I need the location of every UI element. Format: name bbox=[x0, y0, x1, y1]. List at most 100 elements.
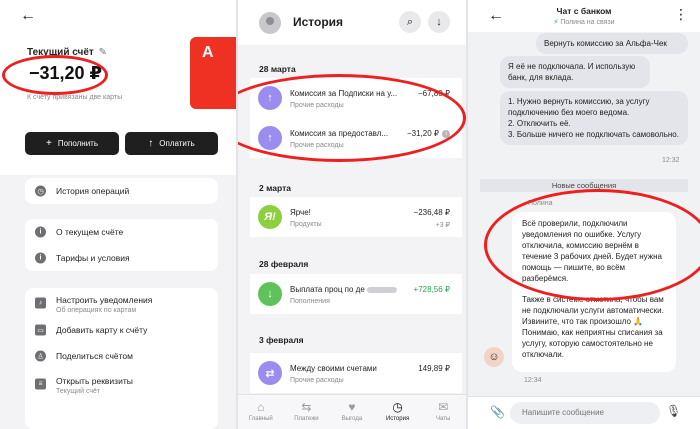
history-item[interactable]: ◷ История операций bbox=[25, 178, 218, 204]
transaction-group: ⇄ Между своими счетами Прочие расходы 14… bbox=[250, 353, 462, 393]
share-item[interactable]: ♙ Поделиться счётом bbox=[25, 343, 218, 369]
card-thumbnail[interactable]: А bbox=[190, 37, 236, 109]
microphone-icon[interactable]: 🎙 bbox=[666, 404, 681, 418]
topup-button[interactable]: + Пополнить bbox=[25, 132, 119, 155]
download-icon[interactable]: ↓ bbox=[428, 11, 450, 33]
user-message: Вернуть комиссию за Альфа-Чек bbox=[536, 33, 688, 54]
search-icon[interactable]: ⌕ bbox=[399, 11, 421, 33]
redacted-text bbox=[366, 286, 397, 293]
bell-icon: ♪ bbox=[35, 297, 46, 308]
transaction-cashback: +3 ₽ bbox=[435, 222, 450, 229]
transfer-icon: ⇆ bbox=[301, 400, 312, 414]
message-time: 12:34 bbox=[524, 377, 542, 384]
notifications-item[interactable]: ♪ Настроить уведомления Об операциях по … bbox=[25, 288, 218, 317]
transfer-icon: ⇄ bbox=[258, 361, 282, 385]
details-label: Открыть реквизиты bbox=[56, 376, 133, 386]
notifications-label: Настроить уведомления bbox=[56, 295, 153, 305]
about-label: О текущем счёте bbox=[56, 227, 124, 237]
transaction-name-wrap: Выплата проц по де bbox=[290, 285, 397, 294]
transaction-row[interactable]: ↓ Выплата проц по де Пополнения +728,56 … bbox=[250, 274, 462, 314]
arrow-up-icon: ↑ bbox=[148, 138, 154, 149]
paperclip-icon[interactable]: 📎 bbox=[490, 405, 505, 419]
document-icon: ≡ bbox=[35, 378, 46, 389]
status-text: Полина на связи bbox=[560, 19, 615, 26]
info-icon: i bbox=[35, 226, 46, 238]
transaction-group: ↓ Выплата проц по де Пополнения +728,56 … bbox=[250, 274, 462, 314]
arrow-down-icon: ↓ bbox=[258, 282, 282, 306]
clock-icon: ◷ bbox=[392, 400, 403, 414]
transaction-row[interactable]: Я! Ярче! Продукты −236,48 ₽ +3 ₽ bbox=[250, 197, 462, 237]
pay-button[interactable]: ↑ Оплатить bbox=[125, 132, 218, 155]
agent-message-paragraph: Также в системе отметила, чтобы вам не п… bbox=[522, 295, 664, 359]
tab-label: Выгода bbox=[341, 416, 363, 422]
transaction-amount: −236,48 ₽ bbox=[413, 208, 450, 217]
clock-icon: ◷ bbox=[35, 185, 46, 197]
more-icon[interactable]: ⋮ bbox=[674, 6, 688, 23]
history-label: История операций bbox=[56, 186, 130, 196]
tariffs-label: Тарифы и условия bbox=[56, 253, 130, 263]
tab-label: Главный bbox=[248, 416, 273, 422]
tab-label: Чаты bbox=[436, 416, 451, 422]
transaction-category: Пополнения bbox=[290, 298, 330, 305]
account-panel: ← Текущий счёт ✎ −31,20 ₽ К счету привяз… bbox=[0, 0, 236, 429]
message-composer: 📎 🎙 bbox=[468, 396, 700, 429]
pay-label: Оплатить bbox=[159, 139, 195, 148]
topup-label: Пополнить bbox=[57, 139, 99, 148]
transaction-name: Выплата проц по де bbox=[290, 285, 365, 294]
tab-payments[interactable]: ⇆ Платежи bbox=[284, 395, 330, 429]
bottom-tab-bar: ⌂ Главный ⇆ Платежи ♥ Выгода ◷ История ✉ Чаты bbox=[238, 394, 466, 429]
transaction-name: Между своими счетами bbox=[290, 364, 377, 373]
plus-icon: + bbox=[45, 138, 52, 149]
annotation-oval bbox=[2, 55, 108, 95]
about-account-item[interactable]: i О текущем счёте bbox=[25, 219, 218, 245]
transaction-category: Продукты bbox=[290, 221, 322, 228]
transaction-group: Я! Ярче! Продукты −236,48 ₽ +3 ₽ bbox=[250, 197, 462, 237]
alfa-logo: А bbox=[202, 44, 214, 61]
tariffs-item[interactable]: i Тарифы и условия bbox=[25, 245, 218, 271]
transaction-name: Ярче! bbox=[290, 208, 311, 217]
chat-panel: ← Чат с банком ⚡ Полина на связи ⋮ Верну… bbox=[468, 0, 700, 429]
user-icon: ♙ bbox=[35, 350, 46, 362]
annotation-oval bbox=[484, 189, 700, 301]
account-subtitle: К счету привязаны две карты bbox=[27, 94, 123, 101]
share-label: Поделиться счётом bbox=[56, 351, 133, 361]
date-header: 3 февраля bbox=[259, 335, 304, 345]
add-card-label: Добавить карту к счёту bbox=[56, 325, 148, 335]
tab-benefits[interactable]: ♥ Выгода bbox=[329, 395, 375, 429]
tab-home[interactable]: ⌂ Главный bbox=[238, 395, 284, 429]
avatar[interactable] bbox=[259, 12, 281, 34]
bolt-icon: ⚡ bbox=[553, 19, 559, 26]
history-header: История ⌕ ↓ bbox=[238, 0, 466, 45]
date-header: 28 марта bbox=[259, 64, 296, 74]
card-icon: ▭ bbox=[35, 324, 46, 336]
heart-icon: ♥ bbox=[348, 400, 356, 414]
tab-chats[interactable]: ✉ Чаты bbox=[420, 395, 466, 429]
date-header: 2 марта bbox=[259, 183, 291, 193]
transaction-amount: +728,56 ₽ bbox=[413, 285, 450, 294]
history-panel: История ⌕ ↓ 28 марта ↑ Комиссия за Подпи… bbox=[238, 0, 466, 429]
home-icon: ⌂ bbox=[257, 400, 265, 414]
yarche-logo: Я! bbox=[258, 205, 282, 229]
info-icon: i bbox=[35, 252, 46, 264]
chat-header: ← Чат с банком ⚡ Полина на связи ⋮ bbox=[468, 0, 700, 32]
history-group: ◷ История операций bbox=[25, 178, 218, 204]
transaction-row[interactable]: ⇄ Между своими счетами Прочие расходы 14… bbox=[250, 353, 462, 393]
settings-group: ♪ Настроить уведомления Об операциях по … bbox=[25, 288, 218, 429]
date-header: 28 февраля bbox=[259, 259, 309, 269]
tab-history[interactable]: ◷ История bbox=[375, 395, 421, 429]
user-message: 1. Нужно вернуть комиссию, за услугу под… bbox=[500, 91, 688, 145]
message-time: 12:32 bbox=[662, 157, 680, 164]
details-item[interactable]: ≡ Открыть реквизиты Текущий счёт bbox=[25, 369, 218, 398]
arrow-left-icon[interactable]: ← bbox=[20, 7, 36, 25]
message-input[interactable] bbox=[510, 402, 660, 424]
user-message: Я её не подключала. И использую банк, дл… bbox=[500, 56, 650, 88]
tab-label: Платежи bbox=[294, 416, 319, 422]
add-card-item[interactable]: ▭ Добавить карту к счёту bbox=[25, 317, 218, 343]
info-group: i О текущем счёте i Тарифы и условия bbox=[25, 219, 218, 271]
chat-icon: ✉ bbox=[438, 400, 449, 414]
agent-avatar: ☺ bbox=[484, 347, 504, 367]
tab-label: История bbox=[385, 416, 410, 422]
page-title: История bbox=[293, 15, 344, 29]
pencil-icon[interactable]: ✎ bbox=[99, 47, 107, 58]
transaction-category: Прочие расходы bbox=[290, 377, 344, 384]
